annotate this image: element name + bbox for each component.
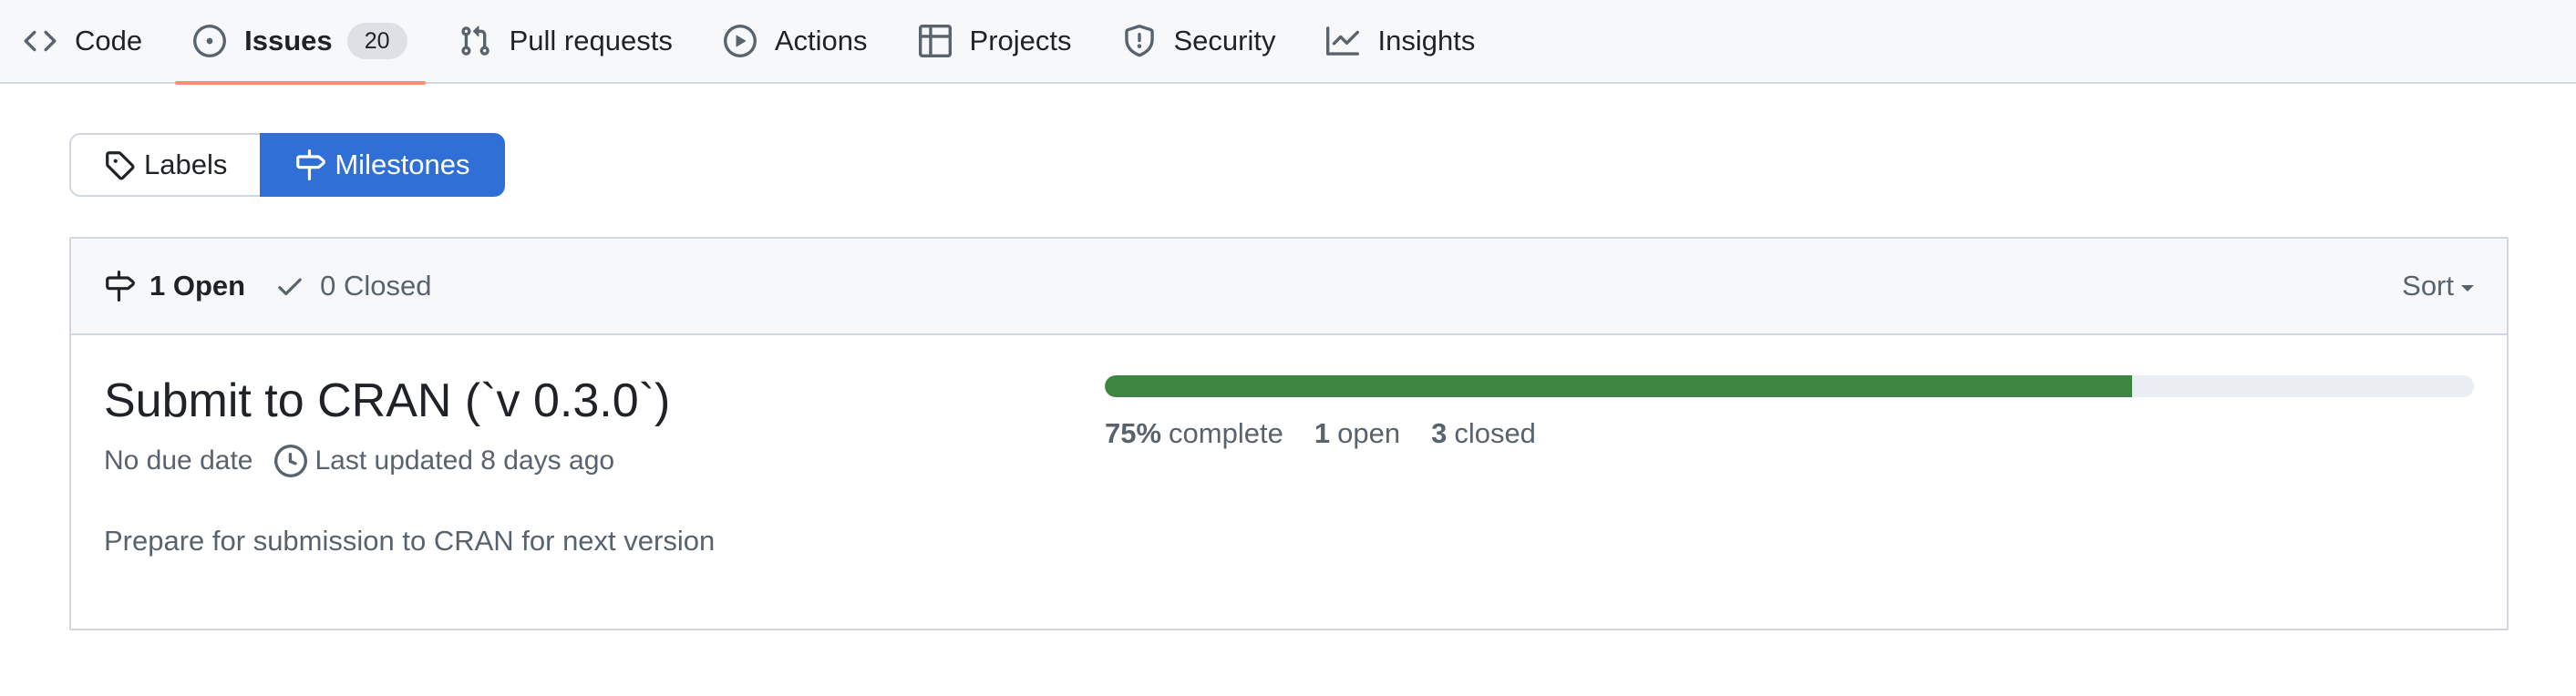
issue-opened-icon: [193, 25, 227, 57]
play-icon: [723, 25, 757, 57]
code-icon: [24, 25, 57, 57]
milestone-description: Prepare for submission to CRAN for next …: [104, 525, 716, 557]
sort-dropdown[interactable]: Sort: [2402, 270, 2474, 302]
open-issues-count: 1: [1314, 417, 1331, 449]
tab-security-label: Security: [1173, 25, 1276, 56]
tab-insights[interactable]: Insights: [1301, 0, 1500, 83]
shield-icon: [1123, 25, 1156, 57]
milestone-progress-bar: [1105, 375, 2474, 397]
labels-milestones-toggle: Labels Milestones: [69, 133, 505, 197]
open-filter-label: 1 Open: [149, 270, 246, 302]
milestone-icon: [296, 149, 326, 180]
tab-insights-label: Insights: [1377, 25, 1476, 56]
tab-issues[interactable]: Issues 20: [168, 0, 433, 85]
milestone-last-updated: Last updated 8 days ago: [314, 445, 615, 476]
graph-icon: [1326, 25, 1360, 57]
open-issues-link[interactable]: 1 open: [1314, 417, 1400, 450]
sort-label: Sort: [2402, 270, 2454, 302]
milestones-list: 1 Open 0 Closed Sort Submit to CRAN (`v …: [69, 237, 2509, 630]
tab-actions-label: Actions: [774, 25, 868, 56]
tab-projects-label: Projects: [969, 25, 1072, 56]
clock-icon: [274, 445, 308, 477]
tab-pull-requests-label: Pull requests: [509, 25, 673, 56]
tab-projects[interactable]: Projects: [893, 0, 1097, 83]
open-filter[interactable]: 1 Open: [104, 270, 245, 302]
closed-issues-label: closed: [1454, 417, 1536, 449]
tab-security[interactable]: Security: [1097, 0, 1302, 83]
milestones-button[interactable]: Milestones: [260, 133, 505, 197]
milestone-meta: No due date Last updated 8 days ago: [104, 445, 614, 477]
milestone-due-date: No due date: [104, 445, 253, 476]
milestone-icon: [106, 271, 135, 302]
open-issues-label: open: [1337, 417, 1401, 449]
check-icon: [278, 278, 302, 296]
caret-down-icon: [2461, 284, 2474, 292]
tab-actions[interactable]: Actions: [698, 0, 893, 83]
milestones-button-label: Milestones: [335, 148, 470, 180]
milestone-title[interactable]: Submit to CRAN (`v 0.3.0`): [104, 374, 670, 428]
percent-complete: 75% complete: [1105, 417, 1283, 450]
repo-nav: Code Issues 20 Pull requests Actions Pro…: [0, 0, 2576, 85]
tag-icon: [106, 151, 135, 180]
milestone-item: Submit to CRAN (`v 0.3.0`) No due date L…: [71, 335, 2507, 629]
closed-filter[interactable]: 0 Closed: [274, 270, 431, 302]
tab-code[interactable]: Code: [24, 0, 168, 83]
labels-button[interactable]: Labels: [69, 133, 261, 197]
issues-count-badge: 20: [346, 23, 407, 59]
percent-complete-label: complete: [1169, 417, 1283, 449]
percent-complete-value: 75%: [1105, 417, 1162, 449]
closed-issues-link[interactable]: 3 closed: [1431, 417, 1536, 450]
tab-code-label: Code: [75, 25, 143, 56]
closed-issues-count: 3: [1431, 417, 1448, 449]
milestones-list-header: 1 Open 0 Closed Sort: [71, 239, 2507, 335]
milestone-stats: 75% complete 1 open 3 closed: [1105, 417, 1567, 450]
table-icon: [918, 25, 952, 57]
tab-pull-requests[interactable]: Pull requests: [433, 0, 698, 83]
pull-request-icon: [459, 25, 491, 57]
milestone-progress-fill: [1105, 375, 2132, 397]
closed-filter-label: 0 Closed: [320, 270, 432, 302]
labels-button-label: Labels: [144, 148, 228, 180]
tab-issues-label: Issues: [244, 25, 333, 56]
